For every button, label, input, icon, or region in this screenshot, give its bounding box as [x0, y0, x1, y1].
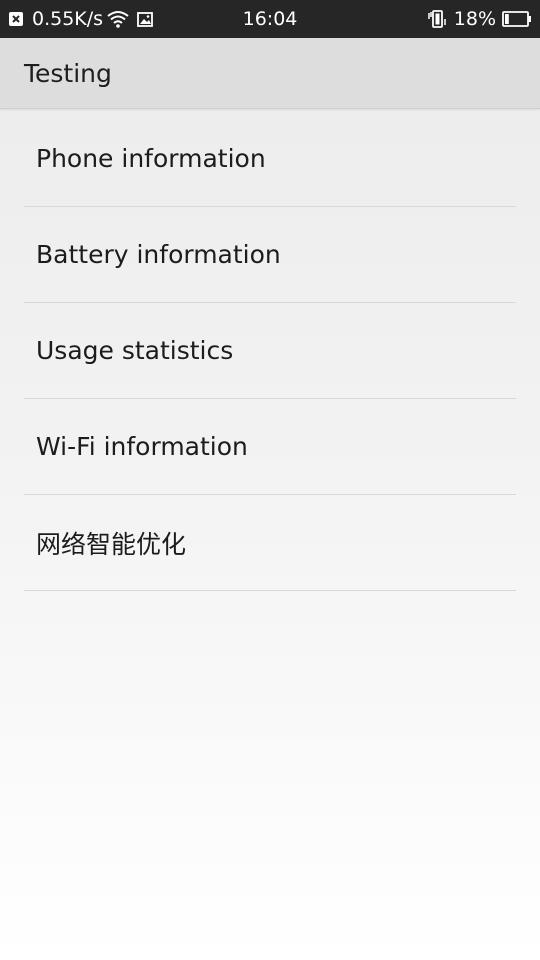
battery-icon — [502, 11, 532, 27]
network-speed: 0.55K/s — [32, 8, 104, 30]
menu-list: Phone information Battery information Us… — [24, 110, 516, 591]
app-header: Testing — [0, 38, 540, 109]
status-left: 0.55K/s — [8, 0, 153, 38]
menu-item-label: 网络智能优化 — [36, 529, 187, 559]
menu-item-usage-statistics[interactable]: Usage statistics — [24, 303, 516, 399]
menu-item-wifi-information[interactable]: Wi-Fi information — [24, 399, 516, 495]
battery-percent: 18% — [453, 8, 496, 30]
menu-item-network-optimization[interactable]: 网络智能优化 — [24, 495, 516, 591]
menu-item-phone-information[interactable]: Phone information — [24, 110, 516, 207]
status-right: 18% — [426, 0, 532, 38]
image-icon — [137, 11, 153, 27]
status-bar: 0.55K/s 16:04 18% — [0, 0, 540, 38]
close-notification-icon — [8, 11, 24, 27]
menu-item-label: Battery information — [36, 240, 281, 269]
clock: 16:04 — [242, 8, 298, 30]
wifi-icon — [107, 10, 129, 28]
menu-item-battery-information[interactable]: Battery information — [24, 207, 516, 303]
menu-item-label: Phone information — [36, 143, 266, 173]
vibrate-icon — [426, 10, 448, 28]
menu-item-label: Usage statistics — [36, 336, 234, 365]
menu-item-label: Wi-Fi information — [36, 432, 248, 461]
page-title: Testing — [24, 58, 112, 88]
